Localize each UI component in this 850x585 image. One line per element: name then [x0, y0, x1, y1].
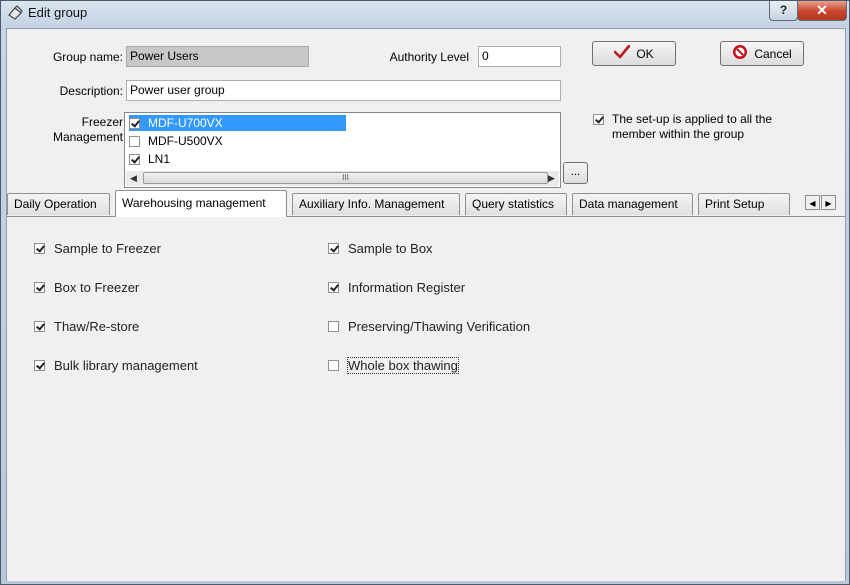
perm-label: Information Register: [348, 280, 466, 295]
freezer-checkbox[interactable]: [129, 153, 140, 165]
perm-label: Bulk library management: [54, 358, 198, 373]
freezer-item-mdf-u700vx[interactable]: MDF-U700VX: [129, 115, 346, 131]
close-button[interactable]: ✕: [797, 1, 847, 21]
scroll-left-icon[interactable]: ◀: [126, 171, 141, 186]
perm-label: Box to Freezer: [54, 280, 140, 295]
tab-scroll-left-icon[interactable]: ◀: [805, 195, 820, 210]
ok-label: OK: [636, 46, 654, 61]
perm-label: Sample to Freezer: [54, 241, 161, 256]
authority-level-label: Authority Level: [389, 50, 469, 64]
perm-checkbox[interactable]: [34, 321, 45, 332]
perm-preserving-thawing-verification[interactable]: Preserving/Thawing Verification: [328, 319, 530, 334]
apply-to-all-option[interactable]: The set-up is applied to all the member …: [593, 112, 793, 142]
apply-to-all-label: The set-up is applied to all the member …: [612, 112, 773, 141]
freezer-item-label: MDF-U500VX: [148, 134, 223, 148]
freezer-label-line2: Management: [52, 130, 123, 144]
perm-sample-to-box[interactable]: Sample to Box: [328, 241, 433, 256]
warehousing-management-panel: Sample to Freezer Box to Freezer Thaw/Re…: [7, 216, 845, 581]
perm-label: Preserving/Thawing Verification: [348, 319, 531, 334]
tab-warehousing-management[interactable]: Warehousing management: [115, 190, 287, 217]
freezer-list[interactable]: MDF-U700VX MDF-U500VX LN1 ◀ III ▶: [124, 112, 561, 188]
dialog-client-area: Group name: Power Users Authority Level …: [6, 28, 846, 581]
apply-to-all-checkbox[interactable]: [593, 114, 604, 125]
cancel-label: Cancel: [754, 46, 792, 61]
perm-checkbox[interactable]: [34, 282, 45, 293]
tab-print-setup[interactable]: Print Setup: [698, 193, 790, 215]
window-title: Edit group: [28, 5, 88, 20]
help-button[interactable]: ?: [769, 1, 798, 21]
cancel-icon: [732, 44, 748, 63]
scroll-right-icon[interactable]: ▶: [544, 171, 559, 186]
perm-box-to-freezer[interactable]: Box to Freezer: [34, 280, 139, 295]
freezer-checkbox[interactable]: [129, 135, 140, 147]
checkmark-icon: [614, 44, 631, 62]
title-bar[interactable]: Edit group ? ✕: [1, 1, 849, 27]
perm-sample-to-freezer[interactable]: Sample to Freezer: [34, 241, 161, 256]
app-icon: [7, 5, 23, 21]
tab-auxiliary-info-management[interactable]: Auxiliary Info. Management: [292, 193, 460, 215]
perm-checkbox[interactable]: [34, 243, 45, 254]
tab-scroll-right-icon[interactable]: ▶: [821, 195, 836, 210]
tab-daily-operation[interactable]: Daily Operation: [7, 193, 110, 215]
perm-label: Sample to Box: [348, 241, 433, 256]
perm-checkbox[interactable]: [328, 243, 339, 254]
group-name-field[interactable]: Power Users: [126, 46, 309, 67]
authority-level-field[interactable]: 0: [478, 46, 561, 67]
description-field[interactable]: Power user group: [126, 80, 561, 101]
freezer-item-label: MDF-U700VX: [148, 116, 223, 130]
perm-checkbox[interactable]: [328, 321, 339, 332]
perm-whole-box-thawing[interactable]: Whole box thawing: [328, 357, 459, 374]
tab-query-statistics[interactable]: Query statistics: [465, 193, 567, 215]
cancel-button[interactable]: Cancel: [720, 41, 804, 66]
perm-label: Whole box thawing: [347, 357, 459, 374]
perm-label: Thaw/Re-store: [54, 319, 140, 334]
group-name-label: Group name:: [52, 50, 123, 64]
horizontal-scrollbar[interactable]: ◀ III ▶: [126, 171, 559, 186]
perm-bulk-library-management[interactable]: Bulk library management: [34, 358, 198, 373]
edit-group-window: Edit group ? ✕ Group name: Power Users A…: [0, 0, 850, 585]
freezer-item-ln1[interactable]: LN1: [129, 151, 346, 167]
ok-button[interactable]: OK: [592, 41, 676, 66]
freezer-label-line1: Freezer: [81, 115, 123, 129]
perm-information-register[interactable]: Information Register: [328, 280, 465, 295]
tab-strip: Daily Operation Warehousing management A…: [7, 190, 845, 217]
tab-data-management[interactable]: Data management: [572, 193, 693, 215]
freezer-checkbox[interactable]: [129, 117, 140, 129]
description-label: Description:: [59, 84, 123, 98]
perm-thaw-restore[interactable]: Thaw/Re-store: [34, 319, 139, 334]
perm-checkbox[interactable]: [328, 282, 339, 293]
browse-freezers-button[interactable]: ...: [563, 162, 588, 184]
scroll-thumb[interactable]: III: [143, 172, 548, 184]
freezer-item-label: LN1: [148, 152, 171, 166]
freezer-item-mdf-u500vx[interactable]: MDF-U500VX: [129, 133, 346, 149]
perm-checkbox[interactable]: [34, 360, 45, 371]
perm-checkbox[interactable]: [328, 360, 339, 371]
